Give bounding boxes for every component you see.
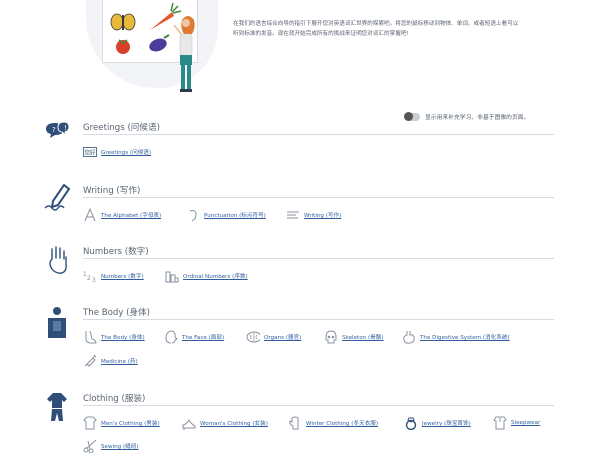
clothing-icon [47, 393, 67, 421]
item-numbers[interactable]: 123 Numbers (数字) [83, 269, 144, 283]
skull-icon [324, 330, 338, 344]
section-title: Writing (写作) [83, 186, 141, 196]
item-label: Men's Clothing (男装) [101, 421, 160, 427]
foot-icon [83, 330, 97, 344]
svg-text:您好: 您好 [85, 149, 97, 157]
ring-icon [404, 416, 418, 430]
item-the-body[interactable]: The Body (身体) [83, 330, 145, 344]
butterfly-icon [110, 13, 136, 31]
section-divider [83, 197, 554, 198]
item-label: Greetings (问候语) [101, 150, 152, 156]
item-digestive-system[interactable]: The Digestive System (消化系统) [402, 330, 510, 344]
section-the-body: The Body (身体) The Body (身体) The Face (面部… [0, 306, 600, 376]
item-sleepwear[interactable]: Sleepwear [493, 416, 540, 430]
tomato-icon [116, 39, 130, 54]
section-numbers: Numbers (数字) 123 Numbers (数字) Ordinal Nu… [0, 245, 600, 290]
item-ordinal-numbers[interactable]: Ordinal Numbers (序数) [165, 269, 248, 283]
item-jewelry[interactable]: Jewelry (珠宝首饰) [404, 416, 471, 430]
section-divider [83, 134, 554, 135]
teacher-illustration [110, 2, 195, 92]
item-label: Writing (写作) [304, 213, 342, 219]
item-the-alphabet[interactable]: The Alphabet (字母表) [83, 208, 161, 222]
item-label: The Body (身体) [101, 335, 145, 341]
supplemental-toggle-row: 显示用来补充学习、非基于图像的页面。 [404, 111, 530, 121]
hello-card-icon: 您好 [83, 145, 97, 159]
speech-bubbles-icon: ! ? [46, 121, 70, 138]
section-divider [83, 319, 554, 320]
item-punctuation[interactable]: Punctuation (标点符号) [186, 208, 266, 222]
writing-lines-icon [286, 208, 300, 222]
intro-text: 在我们的语言综合向导的指引下展开您对英语词汇世界的探索吧。将您的鼠标移动到物体、… [233, 21, 519, 38]
svg-text:?: ? [52, 126, 56, 134]
toggle-knob [404, 111, 413, 121]
item-label: Woman's Clothing (女装) [200, 421, 268, 427]
stomach-icon [402, 330, 416, 344]
item-label: Jewelry (珠宝首饰) [422, 421, 471, 427]
item-label: Sleepwear [511, 420, 541, 426]
item-label: Punctuation (标点符号) [204, 213, 266, 219]
item-skeleton[interactable]: Skeleton (骨骼) [324, 330, 384, 344]
item-organs[interactable]: Organs (器官) [246, 330, 301, 344]
item-label: Numbers (数字) [101, 274, 144, 280]
toggle-label: 显示用来补充学习、非基于图像的页面。 [425, 115, 530, 121]
face-profile-icon [164, 330, 178, 344]
item-womans-clothing[interactable]: Woman's Clothing (女装) [182, 416, 268, 430]
svg-text:2: 2 [87, 275, 91, 282]
section-greetings: ! ? Greetings (问候语) 您好 Greetings (问候语) [0, 121, 600, 166]
item-greetings[interactable]: 您好 Greetings (问候语) [83, 145, 151, 159]
mens-shirt-icon [83, 416, 97, 430]
syringe-icon [83, 354, 97, 368]
section-writing: Writing (写作) The Alphabet (字母表) Punctuat… [0, 184, 600, 229]
section-clothing: Clothing (服装) Men's Clothing (男装) Woman'… [0, 392, 600, 459]
section-title: Numbers (数字) [83, 247, 149, 257]
item-mens-clothing[interactable]: Men's Clothing (男装) [83, 416, 160, 430]
item-label: Ordinal Numbers (序数) [183, 274, 248, 280]
sleepwear-icon [493, 416, 507, 430]
scissors-icon [83, 439, 97, 453]
section-divider [83, 258, 554, 259]
item-label: The Digestive System (消化系统) [420, 335, 510, 341]
section-divider [83, 405, 554, 406]
body-torso-icon [48, 307, 66, 338]
hero-banner: 在我们的语言综合向导的指引下展开您对英语词汇世界的探索吧。将您的鼠标移动到物体、… [0, 0, 600, 100]
item-label: The Face (面部) [182, 335, 225, 341]
section-title: Greetings (问候语) [83, 123, 160, 133]
item-label: Winter Clothing (冬天衣服) [306, 421, 379, 427]
carrot-icon [150, 2, 182, 30]
svg-text:!: ! [64, 124, 67, 132]
brain-icon [246, 330, 260, 344]
eggplant-icon [149, 34, 170, 52]
section-title: Clothing (服装) [83, 394, 146, 404]
item-writing[interactable]: Writing (写作) [286, 208, 341, 222]
item-winter-clothing[interactable]: Winter Clothing (冬天衣服) [288, 416, 378, 430]
item-the-face[interactable]: The Face (面部) [164, 330, 224, 344]
womens-shoe-icon [182, 416, 196, 430]
item-label: Skeleton (骨骼) [342, 335, 384, 341]
winter-mitten-icon [288, 416, 302, 430]
supplemental-pages-toggle[interactable] [404, 111, 420, 121]
teacher-figure [173, 16, 195, 92]
punctuation-icon [186, 208, 200, 222]
item-label: Medicine (药) [101, 359, 138, 365]
item-sewing[interactable]: Sewing (缝纫) [83, 439, 139, 453]
item-label: Sewing (缝纫) [101, 444, 139, 450]
counting-hand-icon [49, 246, 67, 274]
numbers-icon: 123 [83, 269, 97, 283]
ordinal-bars-icon [165, 269, 179, 283]
svg-text:3: 3 [92, 277, 96, 283]
item-medicine[interactable]: Medicine (药) [83, 354, 138, 368]
section-title: The Body (身体) [83, 308, 151, 318]
item-label: Organs (器官) [264, 335, 302, 341]
alphabet-icon [83, 208, 97, 222]
pen-writing-icon [44, 184, 71, 211]
item-label: The Alphabet (字母表) [101, 213, 162, 219]
